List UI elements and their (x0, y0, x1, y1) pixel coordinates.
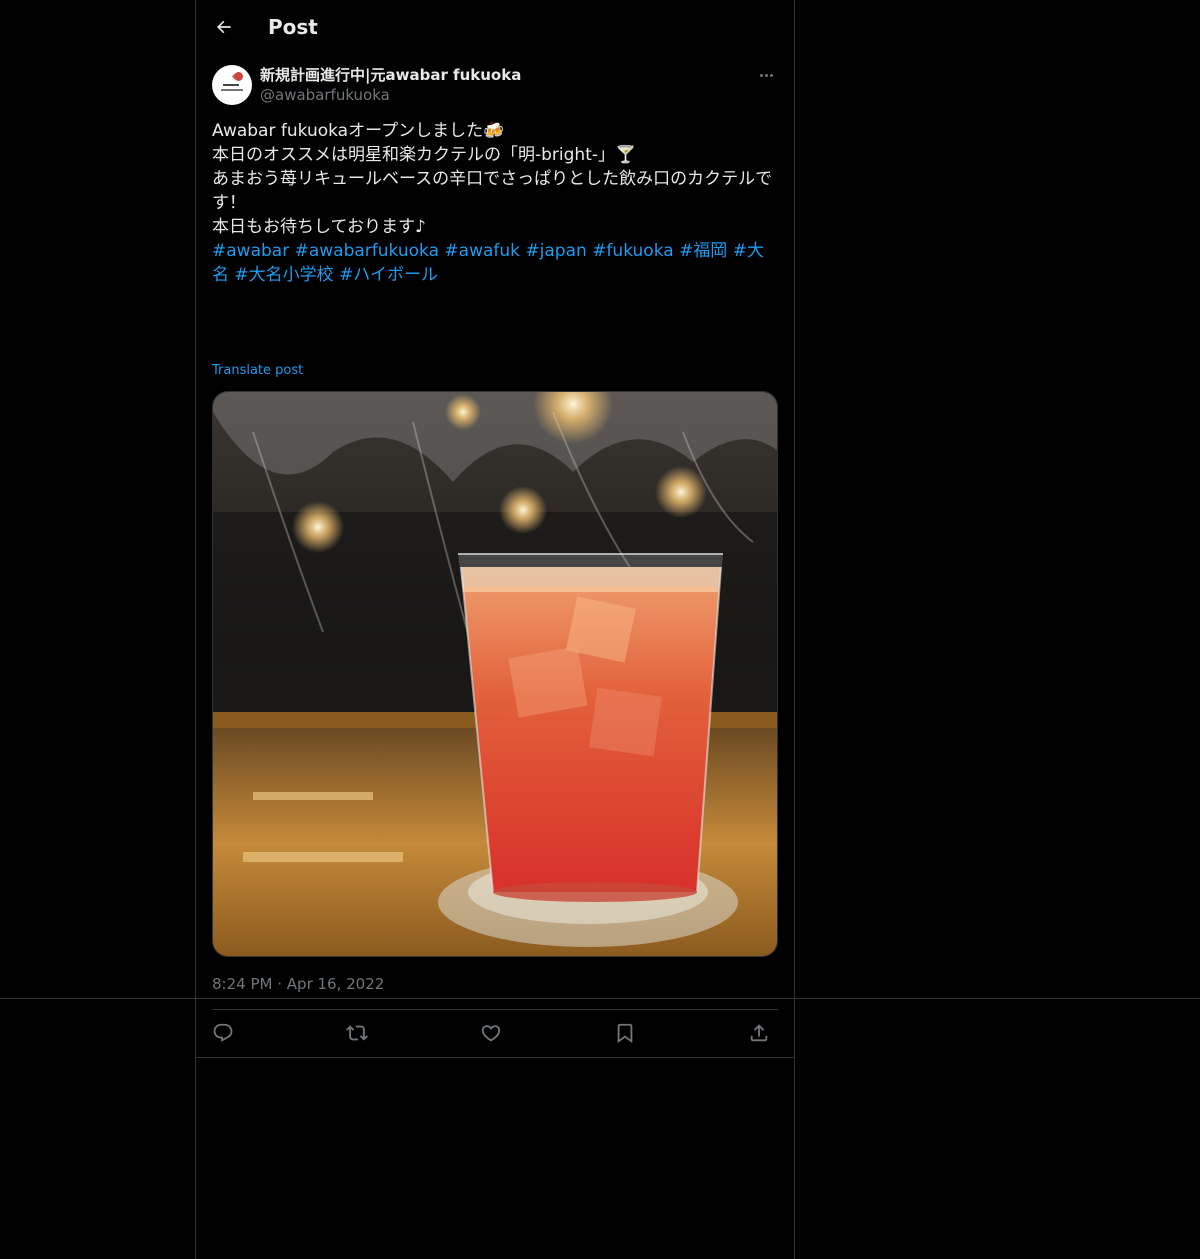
cocktail-photo (213, 392, 777, 956)
repost-icon (346, 1025, 368, 1041)
avatar-text-mark (221, 89, 243, 91)
repost-button[interactable] (346, 1022, 370, 1046)
avatar-text-mark (223, 84, 239, 86)
hashtag-link[interactable]: #japan (525, 241, 586, 261)
post-photo[interactable] (212, 391, 778, 957)
page-header: Post (196, 0, 794, 54)
hashtag-link[interactable]: #awabarfukuoka (295, 241, 439, 261)
like-button[interactable] (480, 1022, 504, 1046)
divider (0, 998, 1200, 999)
avatar[interactable] (212, 65, 252, 105)
hashtag-link[interactable]: #大名小学校 (234, 265, 333, 285)
hashtag-link[interactable]: #awabar (212, 241, 289, 261)
hashtag-link[interactable]: #ハイボール (339, 265, 438, 285)
dot (769, 73, 773, 77)
hashtag-link[interactable]: #awafuk (444, 241, 520, 261)
post-date[interactable]: Apr 16, 2022 (287, 975, 385, 993)
post-timestamp: 8:24 PM · Apr 16, 2022 (212, 974, 384, 994)
post-text: Awabar fukuokaオープンしました🍻 本日のオススメは明星和楽カクテル… (212, 119, 778, 287)
dot (759, 73, 763, 77)
arrow-left-icon (217, 20, 231, 34)
hashtag-link[interactable]: #福岡 (679, 241, 727, 261)
dot (764, 73, 768, 77)
translate-post-link[interactable]: Translate post (212, 362, 303, 380)
share-icon (750, 1024, 768, 1042)
bookmark-button[interactable] (614, 1022, 638, 1046)
back-button[interactable] (208, 11, 240, 43)
reply-icon (213, 1023, 233, 1042)
primary-column: Post 新規計画進行中|元awabar fukuoka @awabarfuku… (195, 0, 795, 1259)
post-line: 本日もお待ちしております♪ (212, 217, 426, 237)
heart-icon (481, 1025, 501, 1042)
author-display-name[interactable]: 新規計画進行中|元awabar fukuoka (260, 65, 521, 85)
divider (212, 1009, 778, 1010)
hashtag-list: #awabar #awabarfukuoka #awafuk #japan #f… (212, 239, 778, 287)
post-line: Awabar fukuokaオープンしました🍻 (212, 121, 505, 141)
bookmark-icon (617, 1023, 633, 1044)
author-handle[interactable]: @awabarfukuoka (260, 85, 390, 105)
post-line: 本日のオススメは明星和楽カクテルの「明-bright-」🍸 (212, 145, 637, 165)
post-time[interactable]: 8:24 PM (212, 975, 272, 993)
more-options-button[interactable] (754, 65, 778, 85)
post-author: 新規計画進行中|元awabar fukuoka @awabarfukuoka (212, 64, 778, 108)
timestamp-separator: · (277, 975, 283, 993)
divider (196, 1057, 794, 1058)
post-line: あまおう苺リキュールベースの辛口でさっぱりとした飲み口のカクテルです！ (212, 169, 773, 213)
rocket-icon (232, 70, 245, 83)
post-actions-bar (212, 1020, 778, 1048)
page-title: Post (268, 15, 318, 39)
reply-button[interactable] (212, 1022, 236, 1046)
share-button[interactable] (748, 1022, 772, 1046)
hashtag-link[interactable]: #fukuoka (592, 241, 673, 261)
